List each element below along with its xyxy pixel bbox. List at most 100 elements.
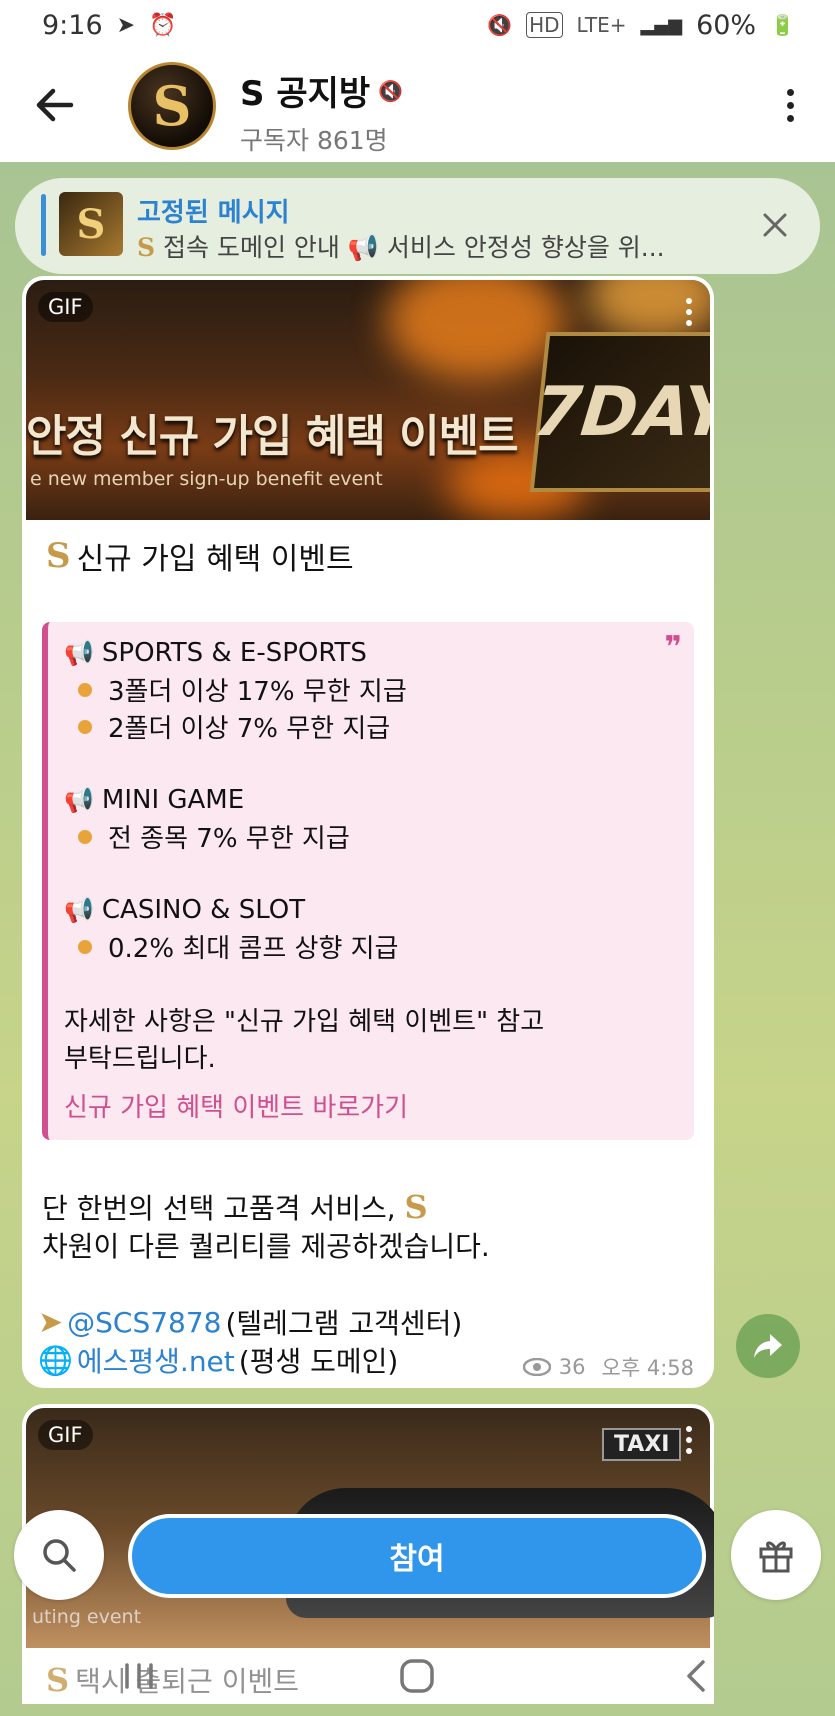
- more-dot-icon: [686, 298, 692, 304]
- domain-link[interactable]: 에스평생.net: [77, 1340, 235, 1380]
- bullet-icon: [78, 682, 92, 697]
- quote-section-heading: 📢 SPORTS & E-SPORTS: [64, 637, 367, 668]
- hd-indicator: HD: [526, 12, 563, 38]
- status-time: 9:16: [42, 9, 103, 41]
- message-body-line: 차원이 다른 퀄리티를 제공하겠습니다.: [42, 1230, 490, 1263]
- chat-header: S S 공지방 🔇 구독자 861명: [0, 50, 835, 162]
- flame-decoration: [386, 280, 566, 380]
- s-logo-icon: S: [137, 233, 156, 262]
- system-navigation-bar: [0, 1636, 835, 1716]
- more-dot-icon: [786, 114, 794, 122]
- quote-note: 부탁드립니다.: [64, 1044, 216, 1074]
- message-meta: 36 오후 4:58: [522, 1352, 694, 1382]
- quote-section-heading: 📢 CASINO & SLOT: [64, 894, 306, 925]
- globe-icon: 🌐: [38, 1343, 73, 1377]
- more-options-button[interactable]: [775, 80, 805, 130]
- banner-subtitle: e new member sign-up benefit event: [30, 468, 383, 490]
- telegram-notification-icon: ➤: [116, 12, 136, 38]
- gif-more-button[interactable]: [686, 1426, 692, 1454]
- pinned-preview-text: 접속 도메인 안내 📢 서비스 안정성 향상을 위...: [163, 233, 665, 262]
- bullet-icon: [78, 939, 92, 954]
- mute-icon: 🔇: [487, 13, 513, 37]
- megaphone-icon: 📢: [64, 638, 94, 667]
- share-button[interactable]: [736, 1314, 800, 1378]
- pinned-preview: S 접속 도메인 안내 📢 서비스 안정성 향상을 위...: [137, 228, 737, 264]
- recent-apps-icon: [125, 1663, 153, 1689]
- more-dot-icon: [686, 1448, 692, 1454]
- pinned-label: 고정된 메시지: [137, 198, 290, 228]
- megaphone-icon: 📢: [64, 785, 94, 814]
- view-count: 36: [558, 1355, 586, 1379]
- gif-badge: GIF: [38, 1420, 93, 1450]
- channel-name: S 공지방 🔇: [240, 66, 403, 115]
- back-arrow-icon: [36, 88, 74, 122]
- message-body: 단 한번의 선택 고품격 서비스, S 차원이 다른 퀄리티를 제공하겠습니다.: [42, 1188, 490, 1266]
- gif-more-button[interactable]: [686, 298, 692, 326]
- gift-button[interactable]: [731, 1510, 821, 1600]
- quote-list-item: 전 종목 7% 무한 지급: [64, 818, 678, 855]
- quote-list-item: 3폴더 이상 17% 무한 지급: [64, 671, 678, 708]
- bullet-icon: [78, 829, 92, 844]
- join-button[interactable]: 참여: [128, 1514, 706, 1598]
- close-icon: [763, 213, 787, 237]
- gif-badge: GIF: [38, 292, 93, 322]
- more-dot-icon: [686, 1426, 692, 1432]
- battery-icon: 🔋: [770, 13, 795, 37]
- search-icon: [43, 1539, 76, 1572]
- back-button[interactable]: [30, 80, 80, 130]
- banner-title: 안정 신규 가입 혜택 이벤트: [26, 411, 519, 462]
- gift-icon: [759, 1541, 793, 1573]
- battery-level: 60%: [696, 9, 757, 41]
- pinned-message-bar[interactable]: S 고정된 메시지 S 접속 도메인 안내 📢 서비스 안정성 향상을 위...: [15, 178, 820, 274]
- quote-note: 자세한 사항은 "신규 가입 혜택 이벤트" 참고: [64, 1007, 545, 1037]
- eye-icon: [522, 1358, 551, 1376]
- status-bar: 9:16 ➤ ⏰ 🔇 HD LTE+ ▂▄▆ 60% 🔋: [0, 0, 835, 50]
- network-indicator: LTE+: [576, 13, 627, 37]
- message-title-text: 신규 가입 혜택 이벤트: [76, 542, 354, 577]
- quote-icon: ❞: [664, 630, 682, 665]
- quote-block: ❞ 📢 SPORTS & E-SPORTS 3폴더 이상 17% 무한 지급 2…: [42, 622, 694, 1140]
- telegram-icon: ➤: [38, 1304, 64, 1340]
- home-button[interactable]: [377, 1646, 457, 1706]
- telegram-contact-link[interactable]: @SCS7878: [67, 1306, 221, 1339]
- message-time: 오후 4:58: [601, 1356, 694, 1380]
- quote-list-item: 0.2% 최대 콤프 상향 지급: [64, 928, 678, 965]
- more-dot-icon: [786, 101, 794, 109]
- message-bubble[interactable]: 7DAY 안정 신규 가입 혜택 이벤트 e new member sign-u…: [22, 276, 714, 1388]
- chevron-left-icon: [687, 1660, 705, 1692]
- domain-line: 🌐 에스평생.net (평생 도메인): [38, 1340, 398, 1380]
- system-back-button[interactable]: [656, 1646, 736, 1706]
- contact-description: (텔레그램 고객센터): [225, 1307, 463, 1340]
- more-dot-icon: [686, 320, 692, 326]
- pinned-indicator-bar: [41, 194, 46, 256]
- muted-icon: 🔇: [378, 78, 404, 103]
- avatar-logo: S: [152, 74, 192, 138]
- close-pinned-button[interactable]: [752, 202, 798, 248]
- channel-title-block[interactable]: S 공지방 🔇 구독자 861명: [240, 66, 403, 157]
- subscriber-count: 구독자 861명: [240, 126, 388, 155]
- event-shortcut-link[interactable]: 신규 가입 혜택 이벤트 바로가기: [64, 1087, 678, 1124]
- search-button[interactable]: [14, 1510, 104, 1600]
- channel-name-text: S 공지방: [240, 74, 371, 114]
- quote-list-item: 2폴더 이상 7% 무한 지급: [64, 708, 678, 745]
- s-logo-icon: S: [46, 536, 71, 576]
- signal-icon: ▂▄▆: [640, 14, 683, 36]
- message-body-line: 단 한번의 선택 고품격 서비스, S: [42, 1188, 428, 1226]
- megaphone-icon: 📢: [64, 895, 94, 924]
- domain-description: (평생 도메인): [238, 1345, 399, 1378]
- s-logo-icon: S: [404, 1188, 428, 1226]
- forward-icon: [754, 1334, 782, 1358]
- gif-banner[interactable]: 7DAY 안정 신규 가입 혜택 이벤트 e new member sign-u…: [26, 280, 710, 520]
- home-icon: [400, 1659, 435, 1693]
- more-dot-icon: [686, 309, 692, 315]
- quote-section-heading: 📢 MINI GAME: [64, 784, 245, 815]
- message-title: S 신규 가입 혜택 이벤트: [46, 534, 354, 578]
- recent-apps-button[interactable]: [99, 1646, 179, 1706]
- bullet-icon: [78, 719, 92, 734]
- channel-avatar[interactable]: S: [128, 62, 216, 150]
- more-dot-icon: [686, 1437, 692, 1443]
- taxi-sign: TAXI: [602, 1428, 682, 1461]
- alarm-icon: ⏰: [149, 12, 177, 38]
- more-dot-icon: [786, 88, 794, 96]
- contact-line: ➤ @SCS7878 (텔레그램 고객센터): [38, 1302, 462, 1342]
